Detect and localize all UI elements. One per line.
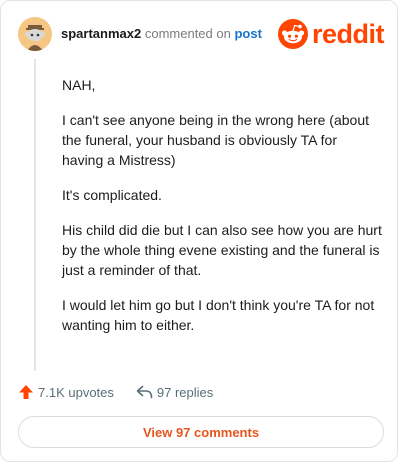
- comment-actions: 7.1K upvotes 97 replies: [18, 381, 213, 403]
- comment-card: spartanmax2 commented on post reddit NAH…: [0, 0, 398, 462]
- comment-paragraph: I can't see anyone being in the wrong he…: [62, 112, 369, 168]
- reddit-snoo-icon: [277, 19, 308, 49]
- comment-paragraph: NAH,: [62, 77, 96, 93]
- comment-header: spartanmax2 commented on post reddit: [18, 17, 385, 51]
- comment-paragraph: It's complicated.: [62, 187, 162, 203]
- reddit-wordmark: reddit: [311, 19, 385, 49]
- comment-paragraph: I would let him go but I don't think you…: [62, 297, 375, 333]
- comment-body: NAH, I can't see anyone being in the wro…: [62, 75, 382, 350]
- username-link[interactable]: spartanmax2: [61, 26, 141, 41]
- upvote-arrow-icon: [19, 385, 33, 399]
- author-line: spartanmax2 commented on post: [61, 26, 262, 41]
- replies-button[interactable]: 97 replies: [136, 385, 213, 400]
- comment-paragraph: His child did die but I can also see how…: [62, 222, 382, 278]
- upvote-button[interactable]: 7.1K upvotes: [18, 384, 114, 400]
- reply-arrow-icon: [136, 385, 153, 399]
- avatar-snoo-icon: [18, 17, 52, 51]
- commented-on-text: commented on: [144, 26, 231, 41]
- user-avatar[interactable]: [18, 17, 52, 51]
- thread-line: [34, 59, 36, 371]
- replies-count: 97 replies: [156, 384, 214, 400]
- post-link[interactable]: post: [234, 26, 261, 41]
- reddit-logo[interactable]: reddit: [277, 19, 385, 49]
- upvote-count: 7.1K upvotes: [38, 384, 114, 400]
- view-comments-button[interactable]: View 97 comments: [18, 416, 384, 448]
